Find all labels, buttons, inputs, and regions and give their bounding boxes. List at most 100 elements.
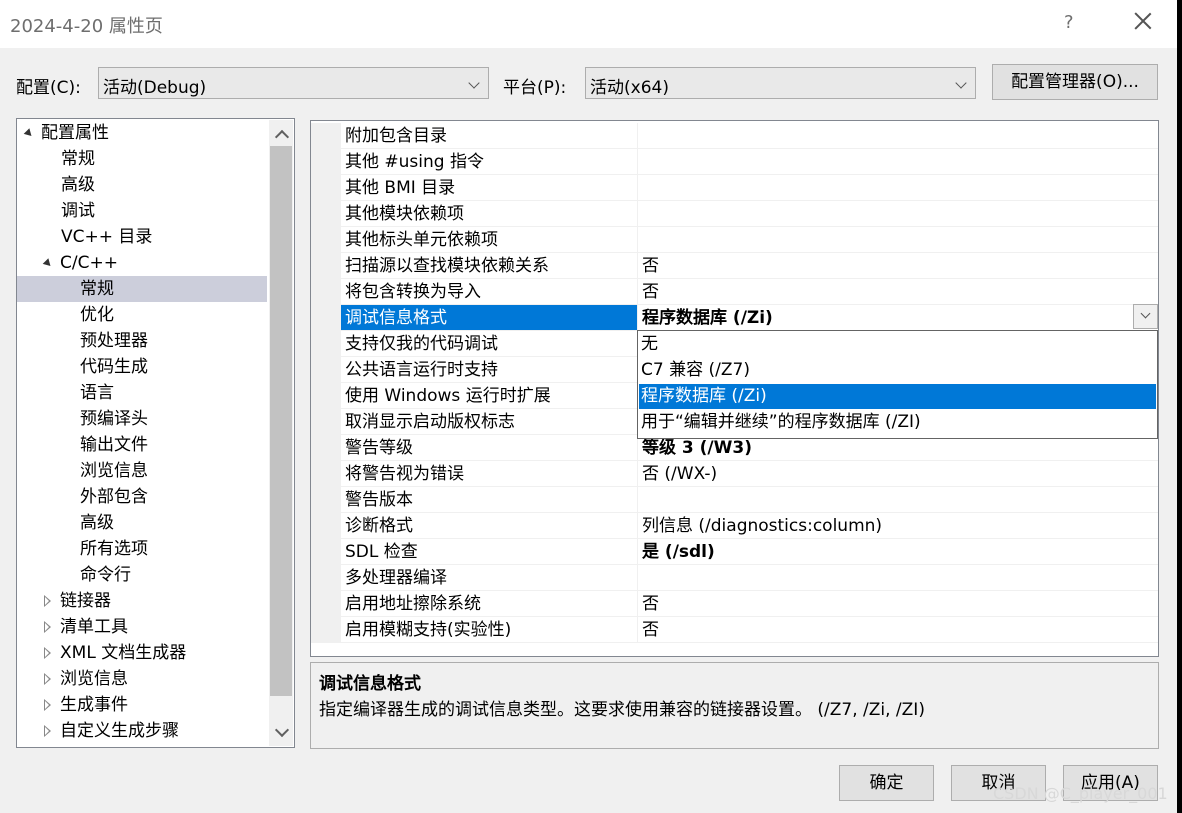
row-gutter bbox=[311, 617, 341, 643]
property-value[interactable] bbox=[638, 123, 1158, 149]
property-value[interactable]: 是 (/sdl) bbox=[638, 539, 1158, 565]
tree-scrollbar-thumb[interactable] bbox=[270, 146, 292, 696]
tree-item[interactable]: 高级 bbox=[17, 172, 267, 198]
ok-button[interactable]: 确定 bbox=[839, 765, 934, 801]
property-value[interactable] bbox=[638, 201, 1158, 227]
tree-item[interactable]: 浏览信息 bbox=[17, 458, 267, 484]
tree-item[interactable]: 语言 bbox=[17, 380, 267, 406]
property-value[interactable]: 否 bbox=[638, 279, 1158, 305]
dropdown-list[interactable]: 无 C7 兼容 (/Z7) 程序数据库 (/Zi) 用于“编辑并继续”的程序数据库 (… bbox=[637, 330, 1158, 439]
config-manager-button[interactable]: 配置管理器(O)... bbox=[992, 64, 1158, 100]
property-row[interactable]: 启用模糊支持(实验性) 否 bbox=[311, 617, 1158, 643]
property-name: 附加包含目录 bbox=[341, 123, 637, 149]
tree-item[interactable]: 常规 bbox=[17, 146, 267, 172]
dropdown-option[interactable]: 无 bbox=[639, 332, 1156, 357]
help-button[interactable]: ? bbox=[1064, 12, 1074, 33]
property-value[interactable]: 否 (/WX-) bbox=[638, 461, 1158, 487]
property-row[interactable]: 启用地址擦除系统否 bbox=[311, 591, 1158, 617]
property-row[interactable]: SDL 检查是 (/sdl) bbox=[311, 539, 1158, 565]
tree-item[interactable]: 清单工具 bbox=[17, 614, 267, 640]
chevron-down-icon bbox=[1140, 308, 1151, 319]
row-gutter bbox=[311, 591, 341, 617]
tree-item[interactable]: 代码生成 bbox=[17, 354, 267, 380]
dropdown-option[interactable]: 程序数据库 (/Zi) bbox=[639, 384, 1156, 409]
tree-item[interactable]: C/C++ bbox=[17, 250, 267, 276]
property-row[interactable]: 其他标头单元依赖项 bbox=[311, 227, 1158, 253]
property-name: SDL 检查 bbox=[341, 539, 637, 565]
tree-item[interactable]: VC++ 目录 bbox=[17, 224, 267, 250]
collapsed-arrow-icon[interactable] bbox=[44, 595, 51, 607]
property-row[interactable]: 诊断格式 列信息 (/diagnostics:column) bbox=[311, 513, 1158, 539]
collapsed-arrow-icon[interactable] bbox=[44, 699, 51, 711]
row-gutter bbox=[311, 435, 341, 461]
tree-item[interactable]: 预编译头 bbox=[17, 406, 267, 432]
tree-item[interactable]: 调试 bbox=[17, 198, 267, 224]
tree-item[interactable]: 自定义生成步骤 bbox=[17, 718, 267, 744]
property-value[interactable]: 否 bbox=[638, 617, 1158, 643]
property-row[interactable]: 其他 BMI 目录 bbox=[311, 175, 1158, 201]
collapsed-arrow-icon[interactable] bbox=[44, 621, 51, 633]
config-combo[interactable]: 活动(Debug) bbox=[98, 67, 489, 99]
tree-item[interactable]: 链接器 bbox=[17, 588, 267, 614]
dropdown-option[interactable]: 用于“编辑并继续”的程序数据库 (/ZI) bbox=[639, 410, 1156, 435]
property-name: 其他标头单元依赖项 bbox=[341, 227, 637, 253]
expanded-arrow-icon[interactable] bbox=[23, 127, 35, 139]
collapsed-arrow-icon[interactable] bbox=[44, 673, 51, 685]
property-row[interactable]: 将警告视为错误否 (/WX-) bbox=[311, 461, 1158, 487]
row-gutter bbox=[311, 513, 341, 539]
config-label: 配置(C): bbox=[16, 78, 81, 98]
property-value[interactable] bbox=[638, 175, 1158, 201]
row-gutter bbox=[311, 565, 341, 591]
property-value[interactable]: 否 bbox=[638, 591, 1158, 617]
tree-item[interactable]: 高级 bbox=[17, 510, 267, 536]
property-row[interactable]: 其他模块依赖项 bbox=[311, 201, 1158, 227]
tree-item[interactable]: 预处理器 bbox=[17, 328, 267, 354]
property-row[interactable]: 附加包含目录 bbox=[311, 123, 1158, 149]
property-value[interactable] bbox=[638, 565, 1158, 591]
row-gutter bbox=[311, 487, 341, 513]
dropdown-option[interactable]: C7 兼容 (/Z7) bbox=[639, 358, 1156, 383]
tree-item-label: 自定义生成步骤 bbox=[60, 721, 179, 741]
tree-item[interactable]: 浏览信息 bbox=[17, 666, 267, 692]
tree-item[interactable]: XML 文档生成器 bbox=[17, 640, 267, 666]
tree-item[interactable]: 所有选项 bbox=[17, 536, 267, 562]
row-gutter bbox=[311, 253, 341, 279]
tree-item[interactable]: 命令行 bbox=[17, 562, 267, 588]
tree-item[interactable]: 输出文件 bbox=[17, 432, 267, 458]
tree-item[interactable]: 常规 bbox=[17, 276, 267, 302]
close-icon[interactable] bbox=[1130, 8, 1156, 34]
tree-item-label: 输出文件 bbox=[80, 435, 148, 455]
tree-item[interactable]: 配置属性 bbox=[17, 120, 267, 146]
collapsed-arrow-icon[interactable] bbox=[44, 647, 51, 659]
property-row[interactable]: 扫描源以查找模块依赖关系否 bbox=[311, 253, 1158, 279]
property-value[interactable] bbox=[638, 149, 1158, 175]
property-value[interactable]: 列信息 (/diagnostics:column) bbox=[638, 513, 1158, 539]
tree-item-label: 优化 bbox=[80, 305, 114, 325]
dropdown-button[interactable] bbox=[1133, 304, 1158, 329]
expanded-arrow-icon[interactable] bbox=[42, 257, 54, 269]
property-tree[interactable]: 配置属性 常规 高级 调试 VC++ 目录 C/C++ 常规 优化 预处理器 代码生成 语言 预编译头… bbox=[16, 118, 295, 748]
tree-item-label: 浏览信息 bbox=[80, 461, 148, 481]
property-name: 诊断格式 bbox=[341, 513, 637, 539]
collapsed-arrow-icon[interactable] bbox=[44, 725, 51, 737]
property-row[interactable]: 调试信息格式 程序数据库 (/Zi) bbox=[311, 305, 1158, 331]
property-row[interactable]: 将包含转换为导入否 bbox=[311, 279, 1158, 305]
config-value: 活动(Debug) bbox=[103, 78, 207, 98]
property-name: 警告等级 bbox=[341, 435, 637, 461]
property-value[interactable] bbox=[638, 227, 1158, 253]
row-gutter bbox=[311, 175, 341, 201]
property-name: 调试信息格式 bbox=[341, 305, 637, 331]
property-row[interactable]: 警告版本 bbox=[311, 487, 1158, 513]
property-value[interactable]: 程序数据库 (/Zi) bbox=[638, 305, 1158, 331]
tree-item[interactable]: 外部包含 bbox=[17, 484, 267, 510]
platform-combo[interactable]: 活动(x64) bbox=[585, 67, 976, 99]
property-row[interactable]: 其他 #using 指令 bbox=[311, 149, 1158, 175]
property-name: 启用地址擦除系统 bbox=[341, 591, 637, 617]
property-name: 启用模糊支持(实验性) bbox=[341, 617, 637, 643]
tree-item-label: 外部包含 bbox=[80, 487, 148, 507]
property-value[interactable] bbox=[638, 487, 1158, 513]
tree-item[interactable]: 优化 bbox=[17, 302, 267, 328]
property-value[interactable]: 否 bbox=[638, 253, 1158, 279]
tree-item[interactable]: 生成事件 bbox=[17, 692, 267, 718]
property-row[interactable]: 多处理器编译 bbox=[311, 565, 1158, 591]
